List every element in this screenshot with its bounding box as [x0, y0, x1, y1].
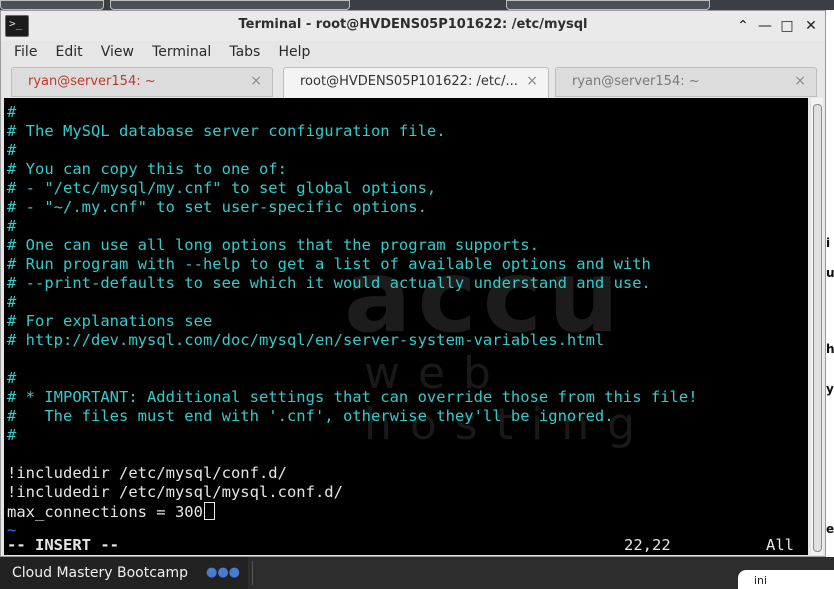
terminal-line-text: # — [7, 369, 17, 387]
terminal-line: !includedir /etc/mysql/conf.d/ — [7, 464, 287, 483]
browser-tab[interactable] — [0, 0, 104, 10]
close-button[interactable]: ✕ — [801, 16, 821, 36]
terminal-line: # The MySQL database server configuratio… — [7, 122, 446, 141]
terminal-line-text: # — [7, 217, 17, 235]
terminal-line-text: !includedir /etc/mysql/mysql.conf.d/ — [7, 483, 343, 501]
menu-view[interactable]: View — [101, 41, 134, 63]
browser-tab[interactable] — [506, 0, 710, 10]
terminal-line: # One can use all long options that the … — [7, 236, 539, 255]
terminal-line-text: # For explanations see — [7, 312, 213, 330]
insert-mode-indicator: -- INSERT -- — [7, 536, 119, 554]
terminal-line-text: # --print-defaults to see which it would… — [7, 274, 651, 292]
terminal-line: # — [7, 369, 16, 388]
text-cursor — [203, 502, 215, 520]
terminal-line: # — [7, 103, 16, 122]
terminal-line: # --print-defaults to see which it would… — [7, 274, 651, 293]
terminal-output[interactable]: accu web hosting # # The MySQL database s… — [4, 98, 808, 555]
close-icon[interactable]: × — [526, 73, 538, 89]
minimize-button[interactable]: — — [755, 16, 775, 36]
terminal-line-text: # The MySQL database server configuratio… — [7, 122, 446, 140]
terminal-line-text: # * IMPORTANT: Additional settings that … — [7, 388, 698, 406]
taskbar-item[interactable]: Cloud Mastery Bootcamp ●●● — [0, 557, 248, 589]
terminal-tabs: ryan@server154: ~ × root@HVDENS05P101622… — [1, 65, 825, 99]
taskbar-divider — [252, 561, 253, 585]
taskbar: Cloud Mastery Bootcamp ●●● — [0, 557, 834, 589]
scroll-position: All — [766, 536, 794, 554]
background-window-edge: i u h y e — [826, 10, 834, 589]
chevron-up-icon[interactable]: ⌃ — [733, 16, 753, 36]
terminal-line-text: # - "~/.my.cnf" to set user-specific opt… — [7, 198, 427, 216]
terminal-line-text: # http://dev.mysql.com/doc/mysql/en/serv… — [7, 331, 605, 349]
browser-tab[interactable] — [110, 0, 350, 10]
vertical-scrollbar[interactable] — [811, 98, 823, 555]
terminal-line-text: # — [7, 426, 17, 444]
menu-bar: File Edit View Terminal Tabs Help — [1, 41, 825, 63]
terminal-line-text: # - "/etc/mysql/my.cnf" to set global op… — [7, 179, 437, 197]
terminal-line: # http://dev.mysql.com/doc/mysql/en/serv… — [7, 331, 604, 350]
terminal-line: max_connections = 300 — [7, 502, 215, 521]
scrollbar-thumb[interactable] — [813, 104, 822, 552]
terminal-line: # * IMPORTANT: Additional settings that … — [7, 388, 698, 407]
terminal-line-text: max_connections = 300 — [7, 503, 203, 521]
tab-label: ryan@server154: ~ — [28, 74, 156, 89]
terminal-line-text: # One can use all long options that the … — [7, 236, 539, 254]
terminal-line: !includedir /etc/mysql/mysql.conf.d/ — [7, 483, 343, 502]
terminal-line-text: # The files must end with '.cnf', otherw… — [7, 407, 614, 425]
terminal-line: # — [7, 217, 16, 236]
vim-status-line: -- INSERT -- 22,22 All — [4, 536, 808, 555]
terminal-line: # Run program with --help to get a list … — [7, 255, 651, 274]
terminal-line: # For explanations see — [7, 312, 212, 331]
browser-tab-strip — [0, 0, 834, 10]
terminal-line: # — [7, 426, 16, 445]
terminal-line: # - "/etc/mysql/my.cnf" to set global op… — [7, 179, 436, 198]
terminal-line: # The files must end with '.cnf', otherw… — [7, 407, 614, 426]
close-icon[interactable]: × — [250, 73, 262, 89]
terminal-line-text: # Run program with --help to get a list … — [7, 255, 651, 273]
cursor-position: 22,22 — [624, 536, 671, 554]
taskbar-item-label: Cloud Mastery Bootcamp — [12, 565, 189, 581]
menu-edit[interactable]: Edit — [56, 41, 83, 63]
menu-terminal[interactable]: Terminal — [152, 41, 211, 63]
tab-ryan-server154-2[interactable]: ryan@server154: ~ × — [555, 67, 817, 97]
terminal-line-text: !includedir /etc/mysql/conf.d/ — [7, 464, 287, 482]
terminal-line: # - "~/.my.cnf" to set user-specific opt… — [7, 198, 427, 217]
window-title: Terminal - root@HVDENS05P101622: /etc/my… — [238, 17, 588, 32]
maximize-button[interactable]: □ — [777, 16, 797, 36]
tab-root-hvdens[interactable]: root@HVDENS05P101622: /etc/... × — [283, 67, 549, 99]
menu-file[interactable]: File — [14, 41, 37, 63]
terminal-line-text: # — [7, 293, 17, 311]
tab-label: ryan@server154: ~ — [572, 74, 700, 89]
title-bar[interactable]: >_ Terminal - root@HVDENS05P101622: /etc… — [1, 11, 825, 41]
terminal-window: >_ Terminal - root@HVDENS05P101622: /etc… — [0, 10, 826, 557]
dots-icon: ●●● — [206, 565, 241, 580]
tab-ryan-server154-1[interactable]: ryan@server154: ~ × — [11, 67, 273, 97]
terminal-line: # — [7, 293, 16, 312]
terminal-line: # You can copy this to one of: — [7, 160, 287, 179]
terminal-line: # — [7, 141, 16, 160]
menu-tabs[interactable]: Tabs — [229, 41, 260, 63]
close-icon[interactable]: × — [794, 73, 806, 89]
terminal-line-text: # — [7, 141, 17, 159]
terminal-line-text: # — [7, 103, 17, 121]
tab-label: root@HVDENS05P101622: /etc/... — [300, 74, 518, 89]
terminal-line-text: # You can copy this to one of: — [7, 160, 287, 178]
popup-text: ini — [754, 574, 768, 587]
notification-popup[interactable]: ini — [738, 570, 834, 589]
menu-help[interactable]: Help — [278, 41, 310, 63]
